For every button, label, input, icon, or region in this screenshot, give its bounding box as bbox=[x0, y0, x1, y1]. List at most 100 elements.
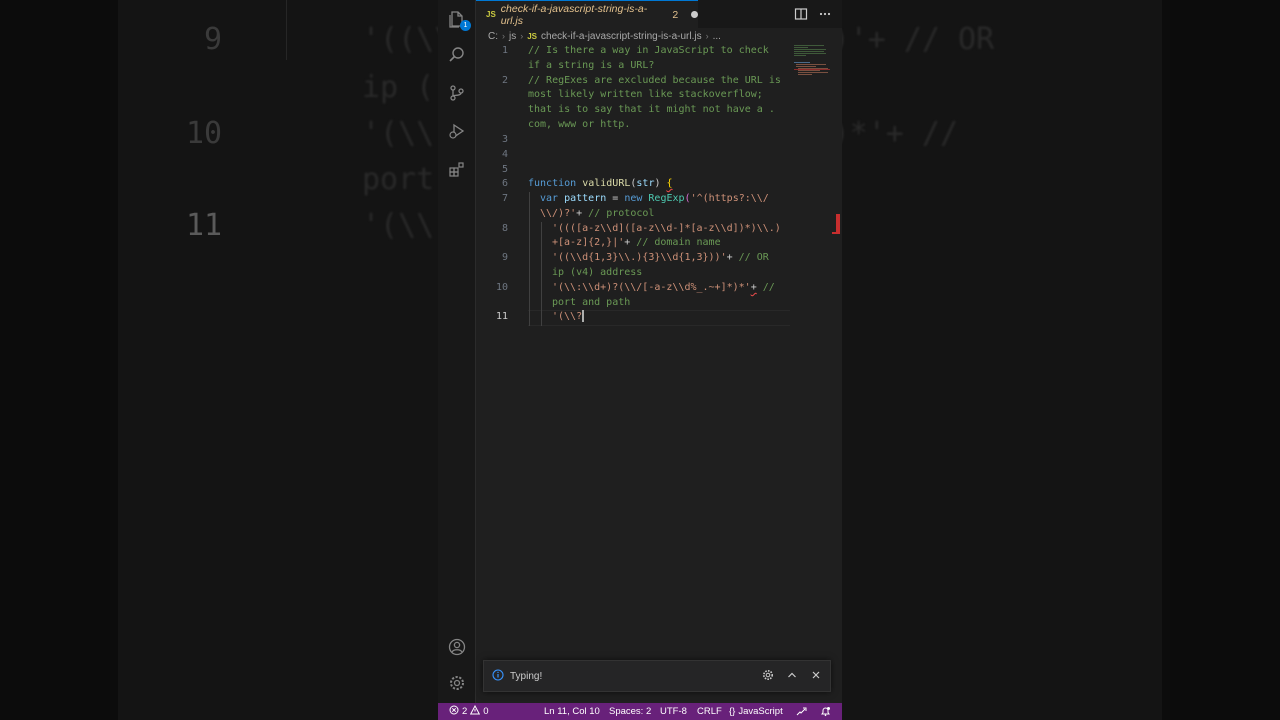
code-operator: + bbox=[576, 208, 589, 219]
text-cursor bbox=[582, 310, 584, 322]
run-debug-icon[interactable] bbox=[438, 112, 476, 150]
code-string: '^(https?:\\/ bbox=[690, 193, 769, 204]
line-number: 3 bbox=[501, 134, 508, 145]
gear-icon[interactable] bbox=[762, 669, 774, 684]
error-count: 2 bbox=[462, 706, 468, 717]
unsaved-dot-icon[interactable] bbox=[691, 11, 698, 18]
code-comment: com, www or http. bbox=[528, 119, 631, 130]
code-string: +[a-z]{2,}|' bbox=[552, 237, 625, 248]
explorer-icon[interactable]: 1 bbox=[438, 0, 476, 38]
code-string: '((\\d{1,3}\\.){3}\\d{1,3}))' bbox=[552, 252, 727, 263]
chevron-up-icon[interactable] bbox=[786, 669, 798, 684]
warning-icon bbox=[470, 704, 481, 718]
settings-gear-icon[interactable] bbox=[438, 664, 476, 702]
code-comment: // OR bbox=[738, 252, 769, 263]
code-class: RegExp bbox=[648, 193, 685, 204]
breadcrumb-drive[interactable]: C: bbox=[488, 31, 498, 42]
code-string: '((([a-z\\d]([a-z\\d-]*[a-z\\d])*)\\.) bbox=[552, 223, 781, 234]
code-punct: ) bbox=[654, 178, 661, 189]
scrollbar-cursor-marker bbox=[832, 232, 840, 234]
line-number-current: 11 bbox=[495, 311, 508, 322]
extensions-icon[interactable] bbox=[438, 150, 476, 188]
code-keyword: var bbox=[540, 193, 559, 204]
line-number: 8 bbox=[501, 223, 508, 234]
breadcrumb-folder[interactable]: js bbox=[509, 31, 516, 42]
activity-bar: 1 bbox=[438, 0, 476, 703]
source-control-icon[interactable] bbox=[438, 74, 476, 112]
line-number: 1 bbox=[501, 45, 508, 56]
minimap[interactable] bbox=[794, 44, 830, 84]
code-line-var-wrap: \\/)?'+ // protocol bbox=[540, 207, 654, 222]
status-bar: 2 0 Ln 11, Col 10 Spaces: 2 UTF-8 CRLF {… bbox=[438, 703, 842, 720]
braces-icon: {} bbox=[729, 706, 736, 717]
code-string: '(\\:\\d+)?(\\/[-a-z\\d%_.~+]*)*' bbox=[552, 282, 751, 293]
line-number: 5 bbox=[501, 164, 508, 175]
code-param: str bbox=[636, 178, 655, 189]
eol-status[interactable]: CRLF bbox=[697, 706, 722, 717]
code-string: '(\\? bbox=[552, 311, 583, 322]
vscode-window: 1 JS check-if-a-javascript-string-is-a-u… bbox=[438, 0, 842, 720]
explorer-badge: 1 bbox=[460, 20, 471, 31]
code-comment: // RegExes are excluded because the URL … bbox=[528, 75, 781, 86]
code-editor[interactable]: 1 2 3 4 5 6 7 8 9 10 11 // Is there a wa… bbox=[476, 44, 842, 659]
code-comment: that is to say that it might not have a … bbox=[528, 104, 775, 115]
code-operator: + bbox=[726, 252, 739, 263]
breadcrumb-more[interactable]: ... bbox=[713, 31, 721, 42]
language-label: JavaScript bbox=[738, 706, 783, 717]
chevron-right-icon: › bbox=[520, 31, 524, 41]
background-line-number: 10 bbox=[186, 116, 223, 151]
code-comment: most likely written like stackoverflow; bbox=[528, 89, 763, 100]
code-line-current: '(\\? bbox=[552, 310, 584, 325]
code-comment: if a string is a URL? bbox=[528, 60, 655, 71]
scrollbar-error-marker bbox=[836, 214, 840, 232]
code-line-port: '(\\:\\d+)?(\\/[-a-z\\d%_.~+]*)*'+ // bbox=[552, 281, 775, 296]
background-code-line: ip ( bbox=[362, 70, 435, 105]
notifications-bell-icon[interactable] bbox=[820, 706, 831, 717]
line-number: 6 bbox=[501, 178, 508, 189]
more-actions-icon[interactable] bbox=[818, 6, 832, 25]
search-icon[interactable] bbox=[438, 36, 476, 74]
problems-status[interactable]: 2 0 bbox=[449, 704, 489, 718]
code-keyword: new bbox=[624, 193, 643, 204]
info-icon bbox=[492, 668, 504, 684]
code-variable: pattern bbox=[564, 193, 607, 204]
indentation-status[interactable]: Spaces: 2 bbox=[609, 706, 651, 717]
code-function-name: validURL bbox=[582, 178, 631, 189]
line-number: 10 bbox=[495, 282, 508, 293]
code-line-domain: +[a-z]{2,}|'+ // domain name bbox=[552, 236, 721, 251]
line-number: 2 bbox=[501, 75, 508, 86]
breadcrumb-file[interactable]: check-if-a-javascript-string-is-a-url.js bbox=[541, 31, 702, 42]
accounts-icon[interactable] bbox=[438, 628, 476, 666]
line-number: 7 bbox=[501, 193, 508, 204]
encoding-status[interactable]: UTF-8 bbox=[660, 706, 687, 717]
line-number: 9 bbox=[501, 252, 508, 263]
code-comment: // Is there a way in JavaScript to check bbox=[528, 45, 769, 56]
tab-bar: JS check-if-a-javascript-string-is-a-url… bbox=[476, 0, 842, 28]
background-panel-left bbox=[118, 0, 438, 720]
indent-guide bbox=[529, 192, 530, 326]
cursor-position[interactable]: Ln 11, Col 10 bbox=[544, 706, 600, 717]
tab-actions bbox=[794, 6, 832, 25]
warning-count: 0 bbox=[483, 706, 489, 717]
javascript-file-icon: JS bbox=[486, 10, 496, 19]
language-mode[interactable]: {} JavaScript bbox=[729, 706, 783, 717]
close-icon[interactable] bbox=[810, 669, 822, 684]
breadcrumb: C: › js › JS check-if-a-javascript-strin… bbox=[476, 28, 842, 44]
code-line-ip: '((\\d{1,3}\\.){3}\\d{1,3}))'+ // OR bbox=[552, 251, 769, 266]
line-number: 4 bbox=[501, 149, 508, 160]
code-punct: = bbox=[606, 193, 625, 204]
background-divider bbox=[286, 0, 287, 60]
code-keyword: function bbox=[528, 178, 577, 189]
split-editor-icon[interactable] bbox=[794, 6, 808, 25]
chevron-right-icon: › bbox=[502, 31, 505, 41]
background-code-line: port bbox=[362, 162, 435, 197]
feedback-icon[interactable] bbox=[796, 706, 807, 717]
code-brace: { bbox=[666, 178, 673, 189]
editor-tab[interactable]: JS check-if-a-javascript-string-is-a-url… bbox=[476, 0, 698, 28]
notification-message: Typing! bbox=[510, 670, 543, 682]
chevron-right-icon: › bbox=[705, 31, 709, 41]
background-line-number: 11 bbox=[186, 208, 223, 243]
notification-actions bbox=[762, 669, 822, 684]
background-code-line: '(\\ bbox=[362, 208, 435, 243]
tab-problem-count: 2 bbox=[672, 8, 679, 21]
